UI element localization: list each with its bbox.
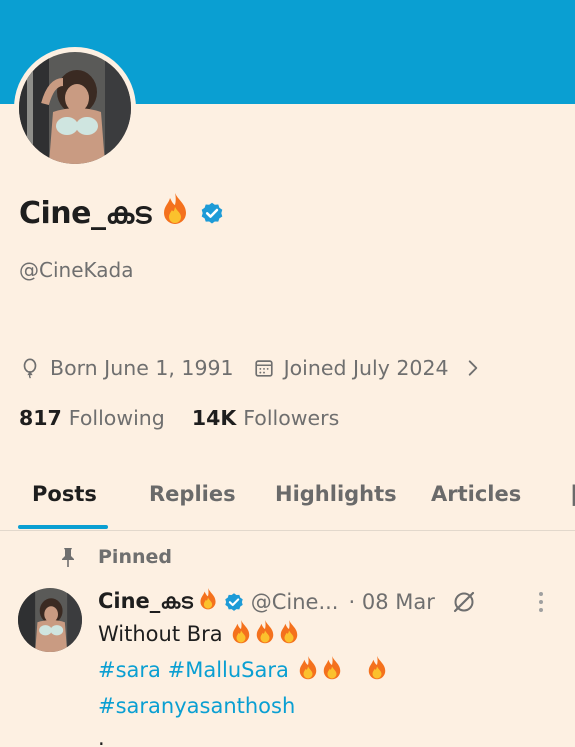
tab-posts[interactable]: Posts [32,482,97,506]
tweet-body[interactable]: Without Bra #sara #MalluSara #saranyasan… [98,618,558,747]
profile-meta: Born June 1, 1991 Joined July 2024 [19,356,483,380]
profile-handle: @CineKada [19,258,134,282]
tweet-handle[interactable]: @Cine... [251,590,339,614]
tab-articles[interactable]: Articles [431,482,521,506]
followers-label: Followers [243,406,340,430]
tweet-line-4: . [98,726,105,747]
hashtag-link[interactable]: #saranyasanthosh [98,694,295,718]
more-icon[interactable] [536,590,546,614]
fire-emoji [253,619,277,654]
follow-stats: 817 Following 14K Followers [19,406,339,430]
verified-badge-icon [225,592,243,611]
calendar-icon [254,360,273,377]
following-link[interactable]: 817 Following [19,406,165,430]
tweet-author[interactable]: Cine_കട [98,587,245,616]
hashtag-link[interactable]: #MalluSara [168,658,289,682]
active-tab-indicator [18,525,108,529]
tweet-date[interactable]: · 08 Mar [348,590,434,614]
balloon-icon [23,358,37,379]
profile-avatar[interactable] [14,47,136,169]
tweet-line-2: #sara #MalluSara [98,654,558,690]
fire-emoji [159,192,191,234]
fire-emoji [320,655,344,690]
tweet-line-3: #saranyasanthosh [98,690,558,722]
followers-count: 14K [191,406,237,430]
chevron-right-icon[interactable] [463,358,483,378]
following-label: Following [68,406,165,430]
fire-emoji [197,587,219,616]
hashtag-link[interactable]: #sara [98,658,161,682]
joined-date: Joined July 2024 [283,356,449,380]
tweet-text-line1: Without Bra [98,622,223,646]
profile-tabs: Posts Replies Highlights Articles | [0,468,575,531]
fire-emoji [229,619,253,654]
pinned-label: Pinned [98,546,172,568]
tab-highlights[interactable]: Highlights [275,482,397,506]
grok-icon[interactable] [451,589,477,615]
display-name-text: Cine_കട [19,195,151,231]
fire-emoji [365,655,389,690]
fire-emoji [296,655,320,690]
tweet-line-1: Without Bra [98,618,558,654]
tweet-avatar[interactable] [18,588,82,652]
tab-overflow[interactable]: | [570,482,575,506]
tweet-header: Cine_കട @Cine... · 08 Mar [98,587,568,616]
pinned-indicator: Pinned [58,546,172,568]
tab-replies[interactable]: Replies [149,482,236,506]
tweet-author-name: Cine_കട [98,589,193,613]
fire-emoji [277,619,301,654]
display-name: Cine_കട [19,192,225,234]
followers-link[interactable]: 14K Followers [192,406,339,430]
born-date: Born June 1, 1991 [50,356,234,380]
following-count: 817 [19,406,62,430]
verified-badge-icon [201,202,223,224]
pin-icon [62,548,74,567]
